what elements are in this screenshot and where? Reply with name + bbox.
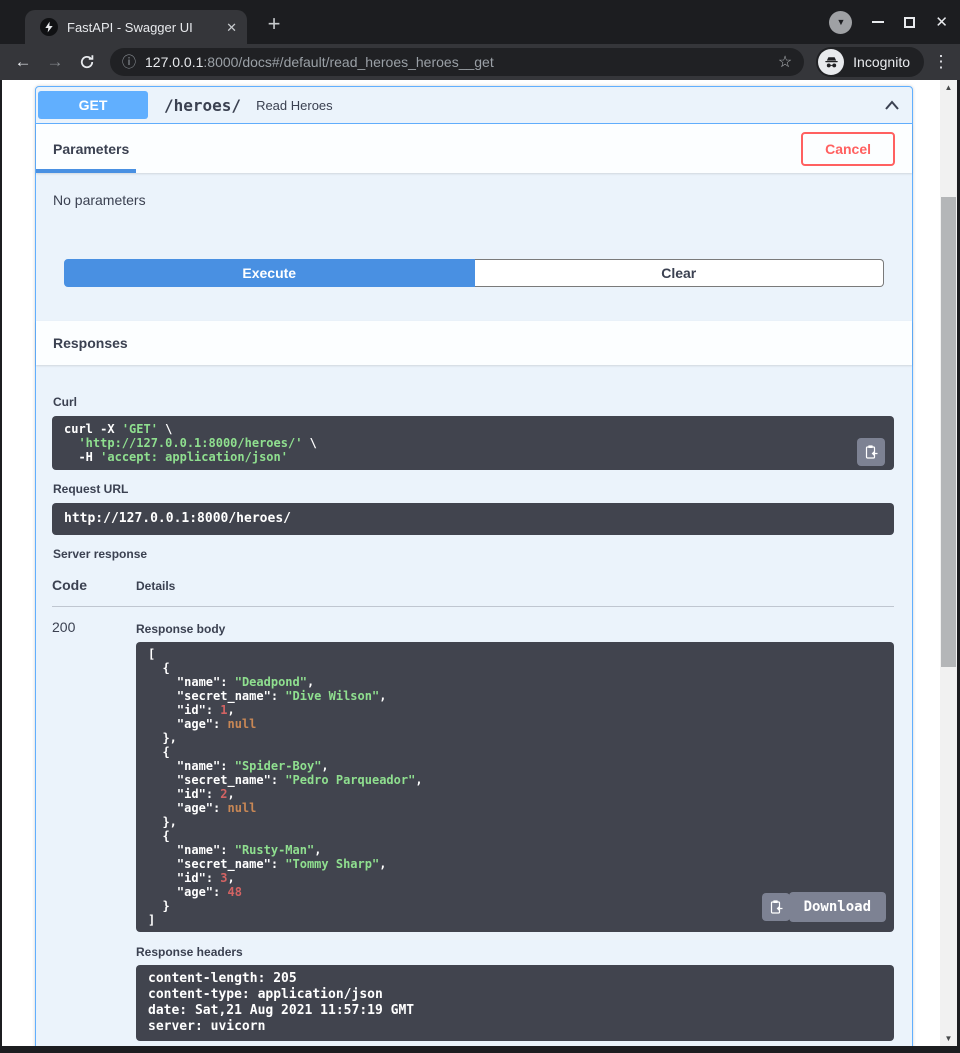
parameters-header: Parameters Cancel	[36, 124, 912, 173]
tab-title: FastAPI - Swagger UI	[67, 20, 218, 35]
new-tab-button[interactable]: +	[260, 11, 288, 39]
curl-command-block: curl -X 'GET' \ 'http://127.0.0.1:8000/h…	[52, 416, 894, 470]
method-badge: GET	[38, 91, 148, 119]
response-row-200: 200 Response body Download	[52, 607, 894, 1041]
url-text: 127.0.0.1:8000/docs#/default/read_heroes…	[145, 54, 770, 70]
site-info-icon[interactable]: ⓘ	[122, 52, 136, 72]
curl-label: Curl	[53, 395, 894, 409]
forward-icon[interactable]: →	[40, 52, 70, 72]
clear-button[interactable]: Clear	[475, 259, 885, 287]
responses-section: Curl curl -X 'GET' \ 'http://127.0.0.1:8…	[36, 365, 912, 1046]
window-bottom-edge	[0, 1046, 960, 1053]
responses-title: Responses	[53, 335, 128, 351]
collapse-chevron-icon[interactable]	[884, 100, 900, 111]
download-button[interactable]: Download	[789, 892, 886, 922]
fastapi-favicon-icon	[40, 18, 58, 36]
endpoint-summary: Read Heroes	[256, 98, 333, 113]
page-area: GET /heroes/ Read Heroes Parameters Canc…	[0, 80, 960, 1046]
window-controls: ▼ ✕	[829, 10, 948, 34]
tab-search-icon[interactable]: ▼	[829, 11, 852, 34]
swagger-content: GET /heroes/ Read Heroes Parameters Canc…	[2, 80, 940, 1046]
execute-button[interactable]: Execute	[64, 259, 475, 287]
address-bar[interactable]: ⓘ 127.0.0.1:8000/docs#/default/read_hero…	[110, 48, 804, 76]
incognito-icon	[818, 49, 844, 75]
code-column-header: Code	[52, 577, 136, 593]
active-tab-underline	[36, 169, 136, 173]
browser-menu-icon[interactable]: ⋮	[930, 52, 952, 72]
tab-parameters[interactable]: Parameters	[53, 141, 129, 157]
browser-toolbar: ← → ⓘ 127.0.0.1:8000/docs#/default/read_…	[0, 44, 960, 80]
response-body-label: Response body	[136, 622, 894, 636]
scrollbar-down-icon[interactable]: ▼	[940, 1034, 957, 1043]
minimize-button[interactable]	[872, 21, 884, 23]
opblock-get-heroes: GET /heroes/ Read Heroes Parameters Canc…	[35, 86, 913, 1046]
response-headers-block: content-length: 205content-type: applica…	[136, 965, 894, 1041]
tab-close-icon[interactable]: ✕	[226, 21, 237, 34]
response-headers-label: Response headers	[136, 945, 894, 959]
url-host: 127.0.0.1	[145, 54, 203, 70]
execute-wrapper: Execute Clear	[64, 259, 884, 287]
responses-header: Responses	[36, 321, 912, 365]
response-body-block: Download [ { "name": "Deadpond", "secret…	[136, 642, 894, 932]
browser-titlebar: FastAPI - Swagger UI ✕ + ▼ ✕	[0, 0, 960, 44]
response-details: Response body Download [ { "name": "	[136, 619, 894, 1041]
back-icon[interactable]: ←	[8, 52, 38, 72]
browser-tab[interactable]: FastAPI - Swagger UI ✕	[25, 10, 247, 44]
window-close-button[interactable]: ✕	[935, 15, 948, 30]
maximize-button[interactable]	[904, 17, 915, 28]
incognito-label: Incognito	[853, 54, 910, 70]
status-code: 200	[52, 619, 136, 1041]
response-table-header: Code Details	[52, 577, 894, 607]
no-parameters-text: No parameters	[53, 192, 912, 209]
scrollbar-up-icon[interactable]: ▲	[940, 83, 957, 92]
scrollbar-thumb[interactable]	[941, 197, 956, 667]
page-scrollbar[interactable]: ▲ ▼	[940, 80, 957, 1046]
endpoint-path: /heroes/	[164, 96, 241, 115]
copy-response-button[interactable]	[762, 893, 790, 921]
reload-icon[interactable]	[72, 52, 102, 72]
server-response-label: Server response	[53, 547, 894, 561]
opblock-summary[interactable]: GET /heroes/ Read Heroes	[36, 87, 912, 124]
request-url-label: Request URL	[53, 482, 894, 496]
details-column-header: Details	[136, 579, 175, 593]
copy-curl-button[interactable]	[857, 438, 885, 466]
bookmark-star-icon[interactable]: ☆	[778, 52, 792, 72]
cancel-button[interactable]: Cancel	[801, 132, 895, 166]
url-path: :8000/docs#/default/read_heroes_heroes__…	[203, 54, 493, 70]
request-url-value: http://127.0.0.1:8000/heroes/	[64, 512, 882, 526]
request-url-block: http://127.0.0.1:8000/heroes/	[52, 503, 894, 535]
incognito-badge: Incognito	[816, 47, 924, 77]
